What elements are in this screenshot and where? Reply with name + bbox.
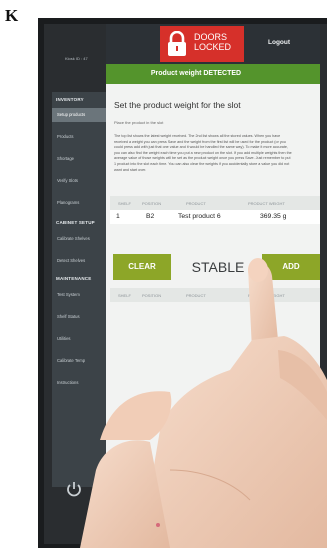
column-header-product: PRODUCT — [186, 201, 206, 206]
lock-status-line1: DOORS — [194, 32, 228, 42]
stored-column-weight: PRODUCT WEIGHT — [248, 293, 285, 298]
sidebar-item-calibrate-temp[interactable]: Calibrate Temp — [52, 354, 106, 368]
sidebar-item-verify-slots[interactable]: Verify Slots — [52, 174, 106, 188]
sidebar-section-maintenance: MAINTENANCE — [56, 276, 92, 281]
cell-product: Test product 6 — [178, 213, 221, 220]
sidebar: INVENTORY Setup products Products Shorta… — [52, 92, 106, 487]
sidebar-item-utilities[interactable]: Utilities — [52, 332, 106, 346]
power-icon[interactable] — [65, 480, 83, 498]
stored-column-position: POSITION — [142, 293, 162, 298]
page-subtitle: Place the product in the slot — [114, 120, 164, 125]
detected-weight-row: 1 B2 Test product 6 369.35 g — [110, 210, 320, 224]
sidebar-item-calibrate-shelves[interactable]: Calibrate Shelves — [52, 232, 106, 246]
page-title: Set the product weight for the slot — [114, 100, 241, 110]
instructions-paragraph: The top list shows the latest weight rec… — [114, 134, 292, 172]
kiosk-id-label: Kiosk ID : 47 — [65, 56, 88, 61]
sidebar-item-detect-shelves[interactable]: Detect Shelves — [52, 254, 106, 268]
padlock-icon — [168, 31, 186, 56]
sidebar-section-cabinet-setup: CABINET SETUP — [56, 220, 95, 225]
sidebar-item-setup-products[interactable]: Setup products — [52, 108, 106, 122]
sidebar-item-test-system[interactable]: Test System — [52, 288, 106, 302]
figure-panel-letter: K — [5, 6, 19, 25]
column-header-position: POSITION — [142, 201, 162, 206]
clear-button[interactable]: CLEAR — [113, 254, 171, 280]
column-header-shelf: SHELF — [118, 201, 131, 206]
stored-table-header: SHELF POSITION PRODUCT PRODUCT WEIGHT — [110, 288, 320, 302]
cell-shelf: 1 — [116, 213, 120, 220]
sidebar-item-planograms[interactable]: Planograms — [52, 196, 106, 210]
scale-status: STABLE — [191, 259, 245, 275]
sidebar-section-inventory: INVENTORY — [56, 97, 84, 102]
door-lock-text: DOORS LOCKED — [194, 32, 231, 52]
sidebar-item-shelf-status[interactable]: Shelf Status — [52, 310, 106, 324]
cell-position: B2 — [146, 213, 155, 220]
stored-column-product: PRODUCT — [186, 293, 206, 298]
status-banner-text: Product weight DETECTED — [150, 70, 242, 77]
sidebar-item-shortage[interactable]: Shortage — [52, 152, 106, 166]
sidebar-item-products[interactable]: Products — [52, 130, 106, 144]
column-header-weight: PRODUCT WEIGHT — [248, 201, 285, 206]
logout-button[interactable]: Logout — [268, 39, 290, 46]
lock-status-line2: LOCKED — [194, 42, 232, 52]
stored-column-shelf: SHELF — [118, 293, 131, 298]
cell-weight: 369.35 g — [260, 213, 287, 220]
add-button[interactable]: ADD — [262, 254, 320, 280]
detected-table-header: SHELF POSITION PRODUCT PRODUCT WEIGHT — [110, 196, 320, 210]
sidebar-item-instructions[interactable]: Instructions — [52, 376, 106, 390]
